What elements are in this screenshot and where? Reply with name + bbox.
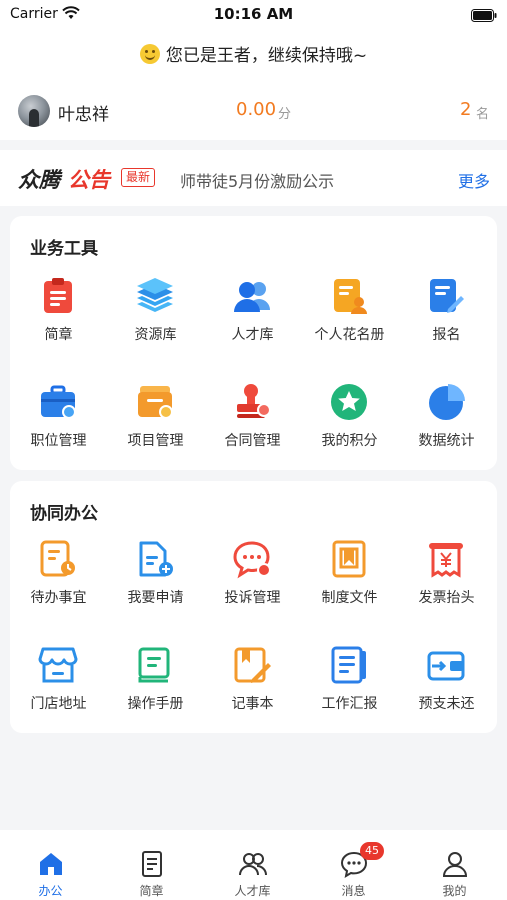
policy-icon	[329, 539, 369, 579]
status-bar: Carrier 10:16 AM	[0, 0, 507, 30]
notice-more-link[interactable]: 更多	[458, 168, 490, 192]
tool-label: 待办事宜	[30, 590, 87, 606]
tool-data-statistics[interactable]: 数据统计	[398, 382, 495, 466]
home-icon	[36, 849, 66, 879]
tab-bar: 办公 简章 人才库 45 消息 我的	[0, 830, 507, 900]
star-icon	[329, 382, 369, 422]
tool-label: 简章	[44, 327, 73, 343]
tool-contract-management[interactable]: 合同管理	[204, 382, 301, 466]
tool-label: 数据统计	[418, 433, 475, 449]
store-icon	[38, 645, 78, 685]
rank-value: 2	[460, 99, 472, 120]
greeting-bar: 您已是王者，继续保持哦~	[0, 30, 507, 84]
tab-mine[interactable]: 我的	[404, 830, 505, 900]
tool-work-report[interactable]: 工作汇报	[301, 645, 398, 729]
pie-chart-icon	[426, 382, 466, 422]
complaint-icon	[232, 539, 272, 579]
tool-label: 发票抬头	[418, 590, 475, 606]
tool-invoice-header[interactable]: 发票抬头	[398, 539, 495, 623]
collab-office-title: 协同办公	[30, 504, 98, 524]
avatar[interactable]	[18, 95, 50, 127]
tool-label: 合同管理	[224, 433, 281, 449]
user-name: 叶忠祥	[58, 105, 109, 125]
score-unit: 分	[278, 107, 292, 122]
signup-icon	[426, 276, 466, 316]
score-value: 0.00	[236, 99, 277, 120]
greeting-text: 您已是王者，继续保持哦~	[165, 46, 368, 66]
tool-label: 职位管理	[30, 433, 87, 449]
tool-my-points[interactable]: 我的积分	[301, 382, 398, 466]
tool-label: 我的积分	[321, 433, 378, 449]
tool-signup[interactable]: 报名	[398, 276, 495, 360]
rank-unit: 名	[476, 107, 490, 122]
todo-icon	[38, 539, 78, 579]
document-icon	[137, 849, 167, 879]
tool-label: 操作手册	[127, 696, 184, 712]
people-icon	[232, 276, 272, 316]
talent-icon	[238, 849, 268, 879]
briefcase-icon	[38, 382, 78, 422]
tool-label: 门店地址	[30, 696, 87, 712]
tool-label: 人才库	[231, 327, 274, 343]
collab-office-card: 协同办公 待办事宜 我要申请 投诉管理 制度文件 发票抬头 门店地址 操作手册 …	[10, 481, 497, 733]
tool-personal-roster[interactable]: 个人花名册	[301, 276, 398, 360]
battery-icon	[471, 7, 497, 26]
tool-label: 项目管理	[127, 433, 184, 449]
folder-icon	[135, 382, 175, 422]
notice-new-tag: 最新	[121, 168, 156, 187]
message-count-badge: 45	[360, 842, 384, 860]
roster-icon	[329, 276, 369, 316]
tool-notepad[interactable]: 记事本	[204, 645, 301, 729]
notice-text[interactable]: 师带徒5月份激励公示	[180, 168, 334, 192]
tab-label: 消息	[341, 884, 366, 898]
tab-messages[interactable]: 45 消息	[303, 830, 404, 900]
notepad-icon	[232, 645, 272, 685]
smile-emoji-icon	[139, 43, 160, 64]
tool-label: 我要申请	[127, 590, 184, 606]
tool-label: 工作汇报	[321, 696, 378, 712]
tool-brochure[interactable]: 简章	[10, 276, 107, 360]
tool-label: 资源库	[134, 327, 177, 343]
tool-unpaid-advance[interactable]: 预支未还	[398, 645, 495, 729]
tool-talent-pool[interactable]: 人才库	[204, 276, 301, 360]
business-tools-card: 业务工具 简章 资源库 人才库 个人花名册 报名 职位管理 项目管理 合同管理 …	[10, 216, 497, 470]
invoice-icon	[426, 539, 466, 579]
user-summary[interactable]: 叶忠祥 0.00 分 2 名	[0, 84, 507, 140]
notice-bar[interactable]: 众腾 公告 最新 师带徒5月份激励公示 更多	[0, 150, 507, 206]
tab-label: 人才库	[234, 884, 271, 898]
tool-label: 记事本	[231, 696, 274, 712]
tool-label: 个人花名册	[314, 327, 385, 343]
tab-office[interactable]: 办公	[0, 830, 101, 900]
stamp-icon	[232, 382, 272, 422]
notice-brand-accent: 公告	[68, 168, 110, 192]
manual-icon	[135, 645, 175, 685]
tool-resource-library[interactable]: 资源库	[107, 276, 204, 360]
layers-icon	[135, 276, 175, 316]
status-time: 10:16 AM	[213, 5, 294, 23]
notice-brand: 众腾	[18, 168, 60, 192]
tool-complaint-management[interactable]: 投诉管理	[204, 539, 301, 623]
business-tools-title: 业务工具	[30, 239, 98, 259]
tool-store-address[interactable]: 门店地址	[10, 645, 107, 729]
tab-talent-pool[interactable]: 人才库	[202, 830, 303, 900]
tool-policy-files[interactable]: 制度文件	[301, 539, 398, 623]
apply-icon	[135, 539, 175, 579]
tool-label: 报名	[432, 327, 461, 343]
brochure-icon	[38, 276, 78, 316]
tab-label: 简章	[139, 884, 164, 898]
report-icon	[329, 645, 369, 685]
tool-apply[interactable]: 我要申请	[107, 539, 204, 623]
tab-brochure[interactable]: 简章	[101, 830, 202, 900]
tool-project-management[interactable]: 项目管理	[107, 382, 204, 466]
tab-label: 办公	[38, 884, 63, 898]
tab-label: 我的	[442, 884, 467, 898]
tool-todo[interactable]: 待办事宜	[10, 539, 107, 623]
tool-label: 投诉管理	[224, 590, 281, 606]
tool-job-management[interactable]: 职位管理	[10, 382, 107, 466]
tool-label: 制度文件	[321, 590, 378, 606]
profile-icon	[440, 849, 470, 879]
wallet-icon	[426, 645, 466, 685]
tool-operation-manual[interactable]: 操作手册	[107, 645, 204, 729]
tool-label: 预支未还	[418, 696, 475, 712]
